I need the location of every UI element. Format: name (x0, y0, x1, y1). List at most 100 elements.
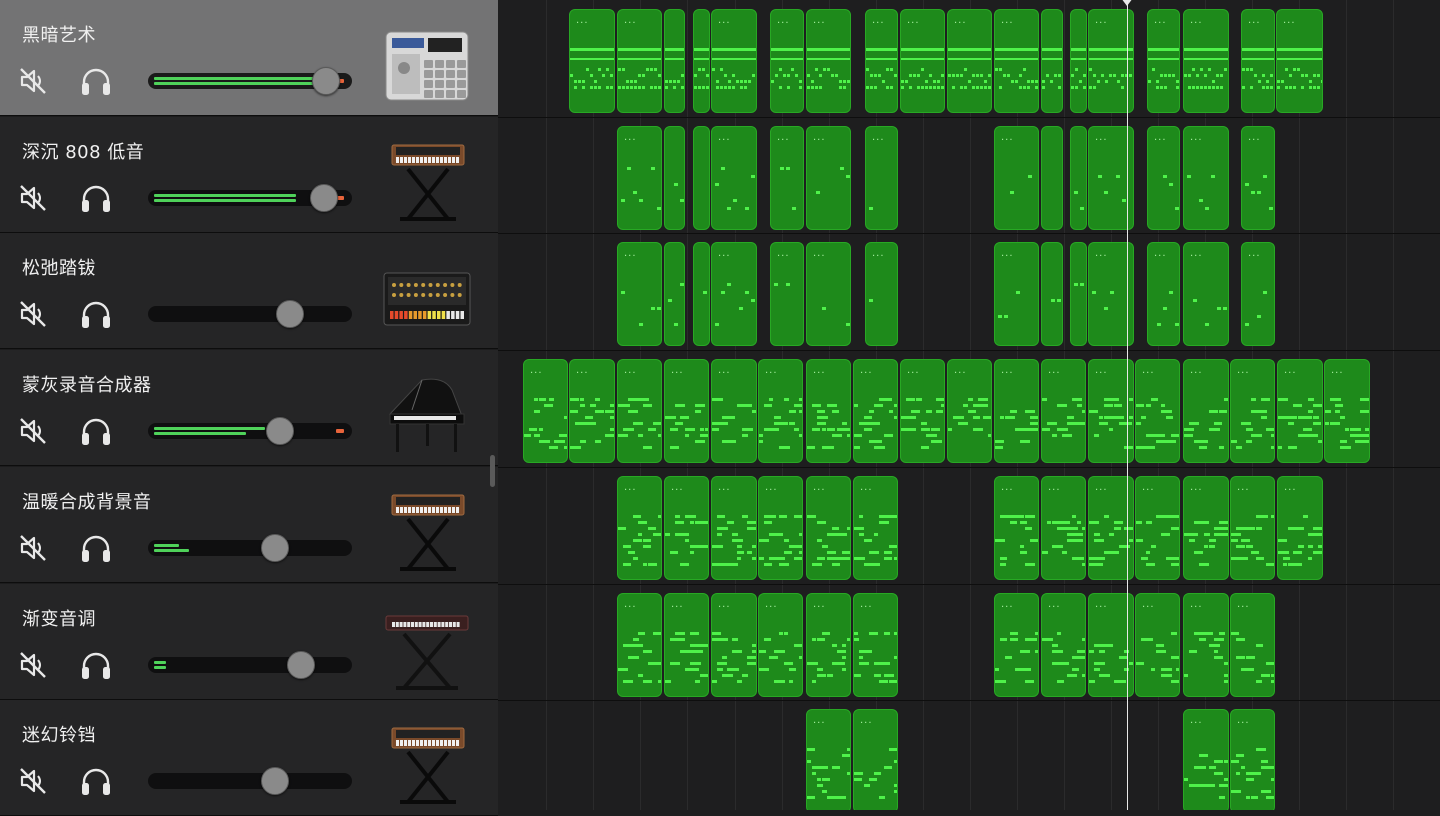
volume-slider[interactable] (148, 183, 352, 212)
region-menu-dots[interactable]: ··· (954, 368, 967, 379)
volume-knob[interactable] (309, 183, 338, 212)
region-menu-dots[interactable]: ··· (1248, 135, 1261, 146)
region-menu-dots[interactable]: ··· (718, 251, 731, 262)
midi-region[interactable]: ··· (617, 359, 662, 464)
midi-region[interactable]: ··· (758, 359, 803, 464)
midi-region[interactable]: ··· (1135, 592, 1180, 697)
region-menu-dots[interactable]: ··· (1283, 18, 1296, 29)
midi-region[interactable]: ··· (1183, 242, 1229, 347)
midi-region[interactable] (1041, 125, 1063, 230)
synth-keyboard-stand-icon[interactable] (382, 720, 472, 810)
region-menu-dots[interactable]: ··· (1142, 368, 1155, 379)
region-menu-dots[interactable]: ··· (777, 251, 790, 262)
midi-region[interactable]: ··· (617, 9, 662, 113)
track-header[interactable]: 渐变音调 (0, 583, 498, 700)
playhead-tip[interactable] (1121, 0, 1133, 6)
region-menu-dots[interactable]: ··· (813, 718, 826, 729)
region-menu-dots[interactable]: ··· (624, 135, 637, 146)
region-menu-dots[interactable]: ··· (624, 251, 637, 262)
midi-region[interactable]: ··· (711, 9, 757, 113)
midi-region[interactable]: ··· (853, 359, 898, 464)
midi-region[interactable]: ··· (1041, 359, 1086, 464)
region-menu-dots[interactable]: ··· (1190, 718, 1203, 729)
region-menu-dots[interactable]: ··· (1001, 602, 1014, 613)
grand-piano-icon[interactable] (382, 370, 472, 460)
region-menu-dots[interactable]: ··· (1331, 368, 1344, 379)
midi-region[interactable]: ··· (994, 475, 1039, 580)
headphones-icon[interactable] (78, 297, 114, 331)
region-menu-dots[interactable]: ··· (1248, 251, 1261, 262)
region-menu-dots[interactable]: ··· (624, 485, 637, 496)
scroll-handle[interactable] (490, 455, 495, 487)
region-menu-dots[interactable]: ··· (624, 18, 637, 29)
midi-region[interactable]: ··· (617, 125, 662, 230)
headphones-icon[interactable] (78, 764, 114, 798)
region-menu-dots[interactable]: ··· (860, 485, 873, 496)
track-header[interactable]: 温暖合成背景音 (0, 466, 498, 583)
region-menu-dots[interactable]: ··· (671, 368, 684, 379)
midi-region[interactable]: ··· (1230, 592, 1275, 697)
midi-region[interactable]: ··· (1183, 709, 1229, 810)
midi-region[interactable]: ··· (1041, 475, 1086, 580)
region-menu-dots[interactable]: ··· (777, 135, 790, 146)
drum-machine-mpc-icon[interactable] (382, 20, 472, 110)
region-menu-dots[interactable]: ··· (765, 485, 778, 496)
region-menu-dots[interactable]: ··· (1190, 368, 1203, 379)
midi-region[interactable]: ··· (865, 242, 898, 347)
region-menu-dots[interactable]: ··· (860, 718, 873, 729)
midi-region[interactable]: ··· (994, 592, 1039, 697)
region-menu-dots[interactable]: ··· (860, 368, 873, 379)
region-menu-dots[interactable]: ··· (1048, 602, 1061, 613)
midi-region[interactable]: ··· (1147, 9, 1180, 113)
midi-region[interactable] (1041, 242, 1063, 347)
region-menu-dots[interactable]: ··· (1142, 485, 1155, 496)
volume-slider[interactable] (148, 67, 352, 95)
region-menu-dots[interactable]: ··· (1190, 602, 1203, 613)
region-menu-dots[interactable]: ··· (1001, 135, 1014, 146)
midi-region[interactable]: ··· (947, 359, 992, 464)
region-menu-dots[interactable]: ··· (1001, 485, 1014, 496)
midi-region[interactable]: ··· (664, 475, 709, 580)
region-menu-dots[interactable]: ··· (813, 135, 826, 146)
region-menu-dots[interactable]: ··· (813, 18, 826, 29)
midi-region[interactable]: ··· (1277, 475, 1323, 580)
midi-region[interactable]: ··· (1135, 475, 1180, 580)
synth-keyboard-stand-icon[interactable] (382, 137, 472, 227)
region-menu-dots[interactable]: ··· (1095, 368, 1108, 379)
speaker-mute-icon[interactable] (16, 297, 50, 331)
region-menu-dots[interactable]: ··· (777, 18, 790, 29)
midi-region[interactable]: ··· (1230, 475, 1275, 580)
midi-region[interactable]: ··· (758, 475, 803, 580)
region-menu-dots[interactable]: ··· (765, 368, 778, 379)
midi-region[interactable]: ··· (900, 359, 945, 464)
region-menu-dots[interactable]: ··· (1142, 602, 1155, 613)
volume-knob[interactable] (260, 533, 289, 562)
speaker-mute-icon[interactable] (16, 181, 50, 215)
midi-region[interactable]: ··· (1277, 359, 1323, 464)
midi-region[interactable]: ··· (770, 125, 804, 230)
midi-region[interactable]: ··· (711, 592, 757, 697)
region-menu-dots[interactable]: ··· (1237, 718, 1250, 729)
region-menu-dots[interactable]: ··· (907, 18, 920, 29)
midi-region[interactable]: ··· (806, 359, 851, 464)
headphones-icon[interactable] (78, 414, 114, 448)
midi-region[interactable] (664, 242, 685, 347)
midi-region[interactable]: ··· (1183, 592, 1229, 697)
region-menu-dots[interactable]: ··· (1001, 368, 1014, 379)
region-menu-dots[interactable]: ··· (624, 368, 637, 379)
track-header[interactable]: 松弛踏钹 (0, 233, 498, 350)
region-menu-dots[interactable]: ··· (872, 135, 885, 146)
region-menu-dots[interactable]: ··· (813, 602, 826, 613)
midi-region[interactable]: ··· (1276, 9, 1323, 113)
volume-knob[interactable] (276, 300, 305, 329)
midi-region[interactable]: ··· (806, 592, 851, 697)
midi-region[interactable]: ··· (947, 9, 992, 113)
midi-region[interactable] (693, 242, 710, 347)
region-menu-dots[interactable]: ··· (1095, 485, 1108, 496)
speaker-mute-icon[interactable] (16, 64, 50, 98)
midi-region[interactable]: ··· (770, 242, 804, 347)
midi-region[interactable]: ··· (664, 592, 709, 697)
speaker-mute-icon[interactable] (16, 764, 50, 798)
region-menu-dots[interactable]: ··· (1284, 368, 1297, 379)
midi-region[interactable]: ··· (853, 709, 898, 810)
